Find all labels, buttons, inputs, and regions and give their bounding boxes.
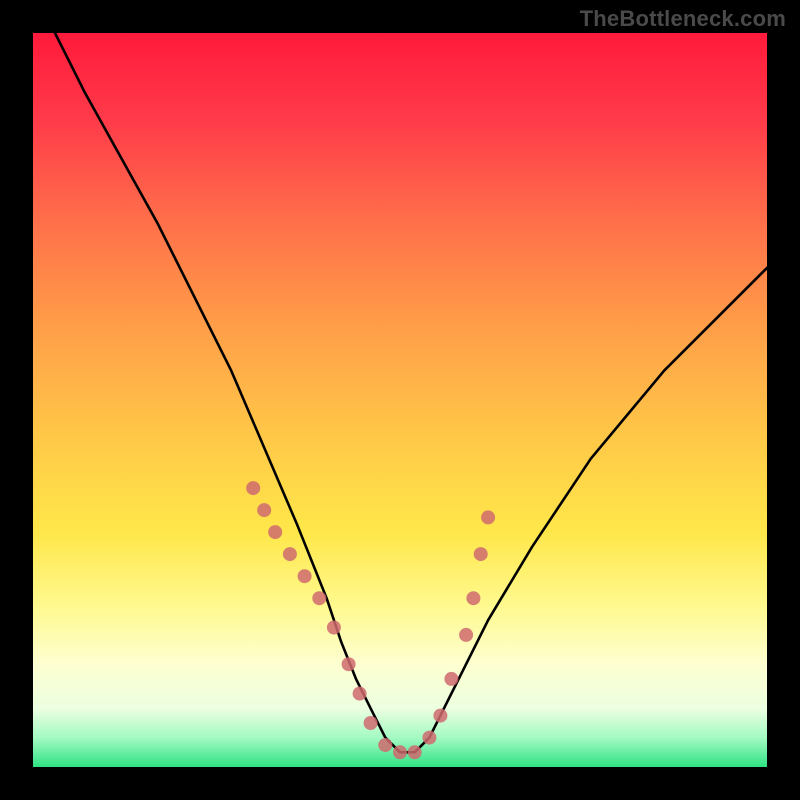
- marker-point: [444, 672, 458, 686]
- bottleneck-curve: [55, 33, 767, 752]
- marker-point: [481, 510, 495, 524]
- marker-point: [466, 591, 480, 605]
- marker-point: [459, 628, 473, 642]
- marker-point: [257, 503, 271, 517]
- watermark-label: TheBottleneck.com: [580, 6, 786, 32]
- marker-point: [433, 709, 447, 723]
- marker-point: [342, 657, 356, 671]
- marker-point: [393, 745, 407, 759]
- marker-point: [364, 716, 378, 730]
- marker-point: [246, 481, 260, 495]
- marker-point: [422, 731, 436, 745]
- marker-point: [327, 621, 341, 635]
- marker-point: [283, 547, 297, 561]
- marker-point: [474, 547, 488, 561]
- marker-point: [312, 591, 326, 605]
- marker-point: [378, 738, 392, 752]
- chart-frame: TheBottleneck.com: [0, 0, 800, 800]
- marker-point: [353, 687, 367, 701]
- marker-point: [408, 745, 422, 759]
- plot-area: [33, 33, 767, 767]
- chart-svg: [33, 33, 767, 767]
- marker-point: [268, 525, 282, 539]
- marker-point: [298, 569, 312, 583]
- sample-points: [246, 481, 495, 759]
